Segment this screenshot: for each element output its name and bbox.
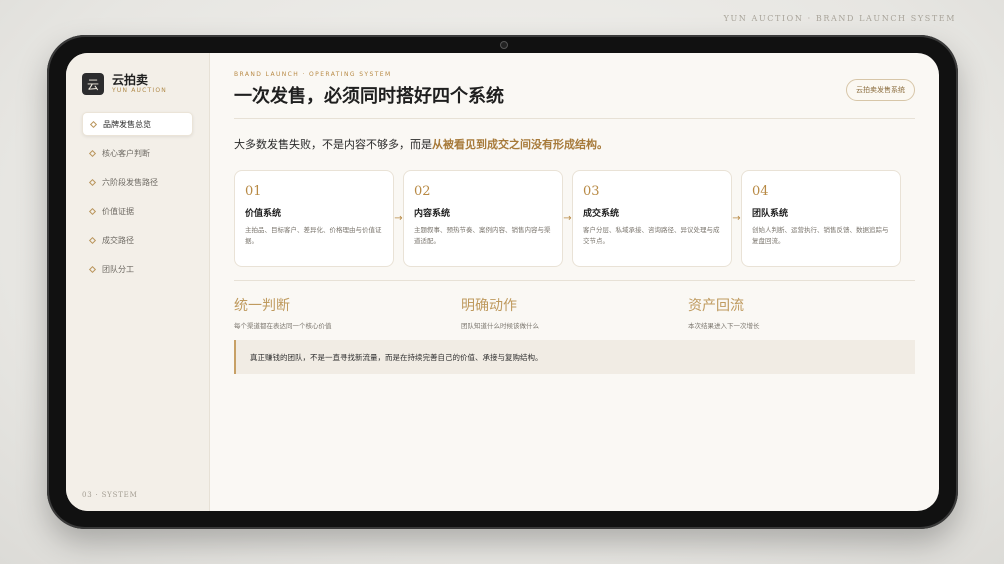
page-title: 一次发售，必须同时搭好四个系统 <box>234 86 504 107</box>
system-cards: 01 价值系统 主拍品、目标客户、差异化、价格理由与价值证据。 → 02 内容系… <box>234 170 915 267</box>
screen: 云 云拍卖 YUN AUCTION 品牌发售总览 核心客户判断 六阶段发售路径 <box>66 53 939 511</box>
camera-dot <box>500 41 508 49</box>
sidebar-item-team-roles[interactable]: 团队分工 <box>82 257 193 281</box>
principle-title: 资产回流 <box>688 298 744 314</box>
card-number: 02 <box>414 184 431 199</box>
card-title: 团队系统 <box>752 209 789 219</box>
diamond-icon <box>88 236 97 244</box>
principle-subtitle: 本次结果进入下一次增长 <box>688 322 760 330</box>
sidebar-item-core-customer[interactable]: 核心客户判断 <box>82 141 193 165</box>
card-description: 客户分层、私域承接、咨询路径、异议处理与成交节点。 <box>583 226 720 245</box>
brand-name: 云拍卖 <box>112 73 149 87</box>
card-number: 01 <box>245 184 262 199</box>
card-title: 成交系统 <box>583 209 620 219</box>
principle-title: 统一判断 <box>234 298 290 314</box>
diamond-icon <box>89 120 98 128</box>
principle-item: 明确动作 团队知道什么时候该做什么 <box>461 295 688 330</box>
arrow-right-icon: → <box>563 212 572 224</box>
main-content: BRAND LAUNCH · OPERATING SYSTEM 一次发售，必须同… <box>210 53 939 511</box>
principle-subtitle: 每个渠道都在表达同一个核心价值 <box>234 322 332 330</box>
diamond-icon <box>88 207 97 215</box>
system-card: 02 内容系统 主题叙事、预热节奏、案例内容、销售内容与渠道适配。 <box>403 170 563 267</box>
top-tag: YUN AUCTION · BRAND LAUNCH SYSTEM <box>723 14 956 23</box>
sidebar-item-brand-overview[interactable]: 品牌发售总览 <box>82 112 193 136</box>
principle-item: 统一判断 每个渠道都在表达同一个核心价值 <box>234 295 461 330</box>
diamond-icon <box>88 265 97 273</box>
card-number: 03 <box>583 184 600 199</box>
eyebrow: BRAND LAUNCH · OPERATING SYSTEM <box>234 71 392 78</box>
system-card: 04 团队系统 创始人判断、运营执行、销售反馈、数据追踪与复盘回流。 <box>741 170 901 267</box>
divider <box>234 280 915 281</box>
brand-subtitle: YUN AUCTION <box>112 87 167 94</box>
sidebar-item-value-evidence[interactable]: 价值证据 <box>82 199 193 223</box>
principle-subtitle: 团队知道什么时候该做什么 <box>461 322 539 330</box>
sidebar-item-deal-path[interactable]: 成交路径 <box>82 228 193 252</box>
lead-prefix: 大多数发售失败，不是内容不够多，而是 <box>234 138 432 151</box>
tablet-frame: 云 云拍卖 YUN AUCTION 品牌发售总览 核心客户判断 六阶段发售路径 <box>47 35 958 529</box>
system-pill-button[interactable]: 云拍卖发售系统 <box>846 79 915 101</box>
title-row: 一次发售，必须同时搭好四个系统 云拍卖发售系统 <box>234 78 915 108</box>
lead-highlight: 从被看见到成交之间没有形成结构。 <box>432 138 608 151</box>
sidebar-item-label: 价值证据 <box>102 206 134 216</box>
sidebar-item-label: 品牌发售总览 <box>103 119 151 129</box>
brand-logo: 云 <box>82 73 104 95</box>
card-description: 主拍品、目标客户、差异化、价格理由与价值证据。 <box>245 226 382 245</box>
brand: 云 云拍卖 YUN AUCTION <box>82 73 193 95</box>
diamond-icon <box>88 149 97 157</box>
arrow-right-icon: → <box>732 212 741 224</box>
sidebar: 云 云拍卖 YUN AUCTION 品牌发售总览 核心客户判断 六阶段发售路径 <box>66 53 210 511</box>
lead-text: 大多数发售失败，不是内容不够多，而是从被看见到成交之间没有形成结构。 <box>234 136 915 152</box>
principles: 统一判断 每个渠道都在表达同一个核心价值 明确动作 团队知道什么时候该做什么 资… <box>234 295 915 330</box>
card-title: 内容系统 <box>414 209 451 219</box>
sidebar-item-label: 成交路径 <box>102 235 134 245</box>
sidebar-nav: 品牌发售总览 核心客户判断 六阶段发售路径 价值证据 成交路径 团队分工 <box>82 112 193 281</box>
sidebar-item-label: 六阶段发售路径 <box>102 177 158 187</box>
sidebar-item-label: 核心客户判断 <box>102 148 150 158</box>
card-description: 主题叙事、预热节奏、案例内容、销售内容与渠道适配。 <box>414 226 551 245</box>
arrow-right-icon: → <box>394 212 403 224</box>
system-card: 03 成交系统 客户分层、私域承接、咨询路径、异议处理与成交节点。 <box>572 170 732 267</box>
sidebar-item-label: 团队分工 <box>102 264 134 274</box>
card-description: 创始人判断、运营执行、销售反馈、数据追踪与复盘回流。 <box>752 226 889 245</box>
sidebar-item-six-stage-path[interactable]: 六阶段发售路径 <box>82 170 193 194</box>
card-number: 04 <box>752 184 769 199</box>
principle-item: 资产回流 本次结果进入下一次增长 <box>688 295 915 330</box>
sidebar-footer: 03 · SYSTEM <box>82 491 138 499</box>
diamond-icon <box>88 178 97 186</box>
system-card: 01 价值系统 主拍品、目标客户、差异化、价格理由与价值证据。 <box>234 170 394 267</box>
quote-callout: 真正赚钱的团队，不是一直寻找新流量，而是在持续完善自己的价值、承接与复购结构。 <box>234 340 915 374</box>
card-title: 价值系统 <box>245 209 282 219</box>
divider <box>234 118 915 119</box>
principle-title: 明确动作 <box>461 298 517 314</box>
